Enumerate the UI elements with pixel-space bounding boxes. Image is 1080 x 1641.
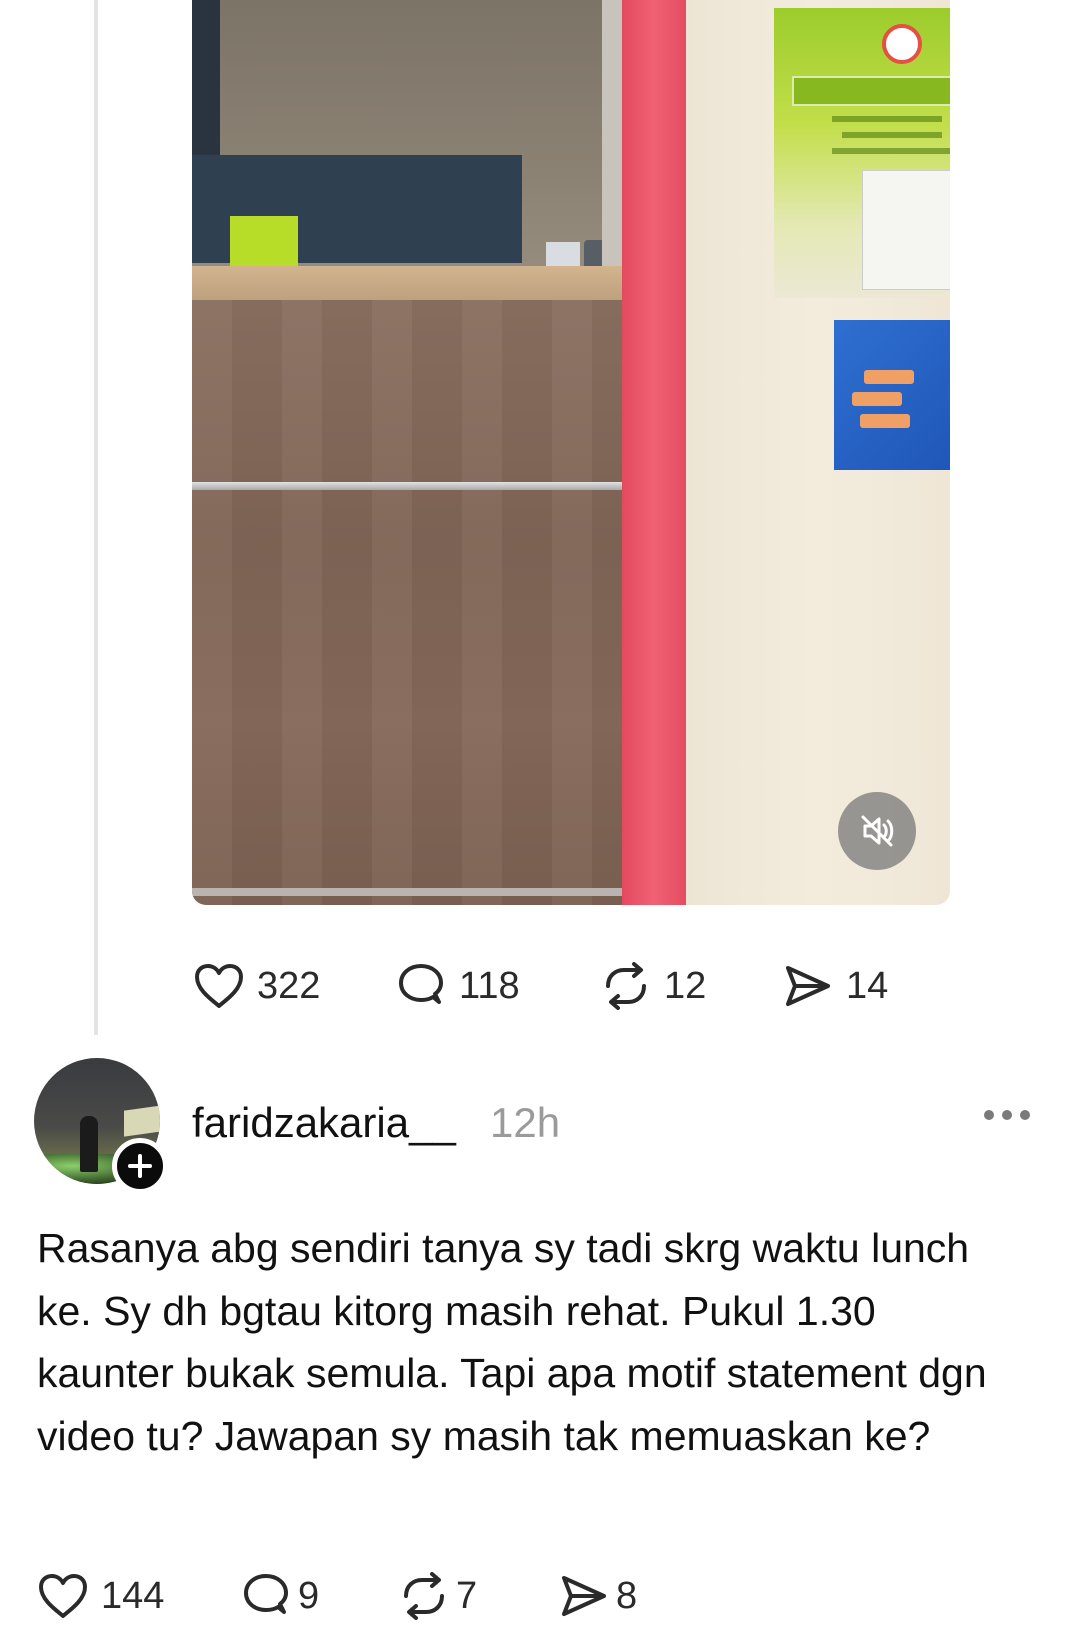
mute-button[interactable] [838,792,916,870]
video-counter-rail-bottom [192,888,632,896]
video-paper-notice [862,170,950,290]
thread-connector-line [94,0,98,1035]
repost-button[interactable]: 12 [600,962,782,1010]
video-green-box [230,216,298,268]
reply-action-bar: 144 9 7 8 [37,1572,637,1620]
video-counter-top [192,266,632,302]
repost-button[interactable]: 7 [398,1572,558,1620]
reply-count: 118 [459,964,520,1007]
like-count: 144 [101,1574,165,1617]
video-blue-poster-item [864,370,914,384]
follow-button[interactable] [112,1138,168,1194]
speech-bubble-icon [244,1574,288,1614]
like-button[interactable]: 322 [193,962,395,1010]
reply-count: 9 [298,1574,320,1617]
more-options-button[interactable] [984,1110,1030,1120]
reply-button[interactable]: 9 [240,1572,398,1620]
like-button[interactable]: 144 [37,1572,240,1620]
heart-icon [195,964,243,1008]
video-blue-poster-item [860,414,910,428]
post-action-bar: 322 118 12 14 [193,962,888,1010]
timestamp: 12h [490,1099,561,1146]
repost-icon [606,962,646,1010]
share-button[interactable]: 8 [558,1572,637,1620]
avatar-person [80,1116,98,1172]
video-dark-panel [192,0,220,155]
reply-button[interactable]: 118 [395,962,600,1010]
share-count: 8 [616,1574,638,1617]
more-dots-icon [984,1110,994,1120]
video-poster-line [832,148,950,154]
video-poster-line [832,116,942,122]
send-icon [786,966,830,1006]
video-poster-band [792,76,950,106]
video-poster-line [842,132,942,138]
reply-text: Rasanya abg sendiri tanya sy tadi skrg w… [37,1225,987,1459]
like-count: 322 [257,964,321,1007]
video-counter-wood [192,300,632,905]
speech-bubble-icon [399,964,443,1004]
share-button[interactable]: 14 [782,962,888,1010]
post-video[interactable] [192,0,950,905]
video-red-pillar [622,0,686,905]
video-counter-rail [192,482,632,490]
plus-icon [128,1154,152,1178]
avatar-sign [124,1105,160,1137]
repost-count: 12 [664,964,707,1007]
video-blue-poster-item [852,392,902,406]
username[interactable]: faridzakaria__ [192,1096,456,1150]
more-dots-icon [1002,1110,1012,1120]
share-count: 14 [846,964,889,1007]
more-dots-icon [1020,1110,1030,1120]
video-poster-logo [882,24,922,64]
repost-count: 7 [456,1574,478,1617]
heart-icon [39,1574,87,1618]
send-icon [562,1576,606,1616]
repost-icon [404,1572,444,1620]
speaker-muted-icon [861,815,894,847]
